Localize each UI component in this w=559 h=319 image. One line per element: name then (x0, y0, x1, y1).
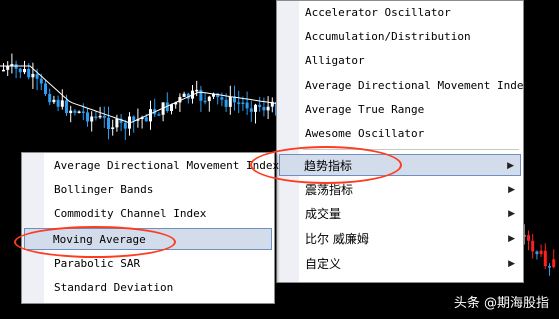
candle-body (249, 108, 253, 112)
candle-body (207, 96, 211, 102)
menu-item-label: Alligator (305, 54, 365, 67)
menu-item-label: Accumulation/Distribution (305, 30, 471, 43)
candle-body (102, 115, 106, 118)
candle-body (23, 68, 26, 73)
candle-body (254, 104, 257, 112)
submenu-arrow-icon: ▶ (508, 185, 515, 195)
candle-body (245, 102, 249, 109)
candle-body (98, 115, 102, 118)
candle-body (539, 250, 543, 255)
menu-item-awesome-oscillator[interactable]: Awesome Oscillator (279, 123, 521, 145)
candle-body (115, 118, 119, 128)
menu-item-volumes[interactable]: 成交量 ▶ (279, 203, 521, 225)
menu-item-accumulation-distribution[interactable]: Accumulation/Distribution (279, 26, 521, 48)
candle-body (73, 110, 77, 113)
annotation-oval-trend (250, 146, 402, 184)
menu-item-label: 比尔 威廉姆 (305, 232, 369, 246)
menu-item-label: Bollinger Bands (54, 183, 154, 196)
candle-body (548, 266, 551, 268)
menu-item-label: 成交量 (305, 207, 342, 221)
indicators-menu: Accelerator Oscillator Accumulation/Dist… (276, 0, 530, 283)
candle-body (531, 240, 535, 252)
menu-item-label: 自定义 (305, 257, 342, 271)
menu-item-label: Average Directional Movement Index (54, 159, 280, 172)
candle-body (31, 73, 35, 78)
candle-body (77, 111, 81, 113)
candle-body (220, 97, 224, 100)
candle-body (195, 89, 199, 92)
candle-body (65, 100, 68, 114)
candle-body (203, 100, 207, 103)
candle-body (60, 100, 64, 107)
menu-item-average-true-range[interactable]: Average True Range (279, 99, 521, 121)
submenu-item-standard-deviation[interactable]: Standard Deviation (24, 277, 272, 299)
candle-body (258, 104, 262, 107)
candle-body (123, 122, 127, 129)
candle-body (107, 117, 110, 130)
candle-body (18, 68, 22, 73)
submenu-arrow-icon: ▶ (507, 161, 514, 171)
watermark: 头条 @期海股指 (453, 296, 549, 311)
menu-item-custom[interactable]: 自定义 ▶ (279, 253, 521, 275)
candle-body (266, 106, 270, 111)
menu-item-label: Awesome Oscillator (305, 127, 425, 140)
candle-body (44, 83, 47, 95)
menu-item-average-directional-movement-index[interactable]: Average Directional Movement Index (279, 75, 530, 97)
candle-body (199, 89, 203, 101)
candle-body (149, 109, 152, 122)
candle-body (94, 116, 98, 119)
candle-body (237, 102, 241, 104)
candle-body (27, 68, 31, 78)
candle-body (6, 66, 10, 70)
submenu-arrow-icon: ▶ (508, 259, 515, 269)
candle-body (552, 259, 556, 268)
menu-item-label: Standard Deviation (54, 281, 174, 294)
candle-body (144, 117, 148, 122)
candle-body (170, 104, 173, 112)
menu-item-label: Accelerator Oscillator (305, 6, 451, 19)
candle-body (35, 73, 39, 79)
candle-body (56, 99, 60, 107)
candle-body (86, 112, 89, 122)
candle-body (535, 251, 539, 255)
candle-body (69, 110, 73, 114)
candle-body (262, 106, 266, 111)
menu-item-label: Average True Range (305, 103, 425, 116)
menu-item-alligator[interactable]: Alligator (279, 50, 521, 72)
candle-body (90, 116, 94, 122)
candle-body (132, 116, 136, 121)
candle-body (182, 93, 186, 97)
candle-body (157, 114, 161, 116)
submenu-item-bollinger-bands[interactable]: Bollinger Bands (24, 179, 272, 201)
annotation-oval-moving-average (14, 226, 176, 258)
menu-item-label: Commodity Channel Index (54, 207, 207, 220)
candle-body (228, 96, 232, 107)
menu-item-bill-williams[interactable]: 比尔 威廉姆 ▶ (279, 228, 521, 250)
submenu-arrow-icon: ▶ (508, 209, 515, 219)
submenu-arrow-icon: ▶ (508, 234, 515, 244)
candle-body (52, 99, 56, 103)
candle-body (111, 127, 115, 130)
menu-item-accelerator-oscillator[interactable]: Accelerator Oscillator (279, 2, 521, 24)
candle-body (39, 78, 43, 84)
candle-body (81, 111, 85, 113)
candle-body (2, 69, 5, 72)
candle-body (224, 99, 228, 107)
submenu-item-average-directional-movement-index[interactable]: Average Directional Movement Index (24, 155, 279, 177)
candle-body (543, 250, 547, 267)
candle-body (527, 235, 530, 241)
candle-body (48, 94, 52, 103)
submenu-item-commodity-channel-index[interactable]: Commodity Channel Index (24, 203, 272, 225)
candle-body (241, 102, 245, 104)
menu-item-label: Average Directional Movement Index (305, 79, 531, 92)
